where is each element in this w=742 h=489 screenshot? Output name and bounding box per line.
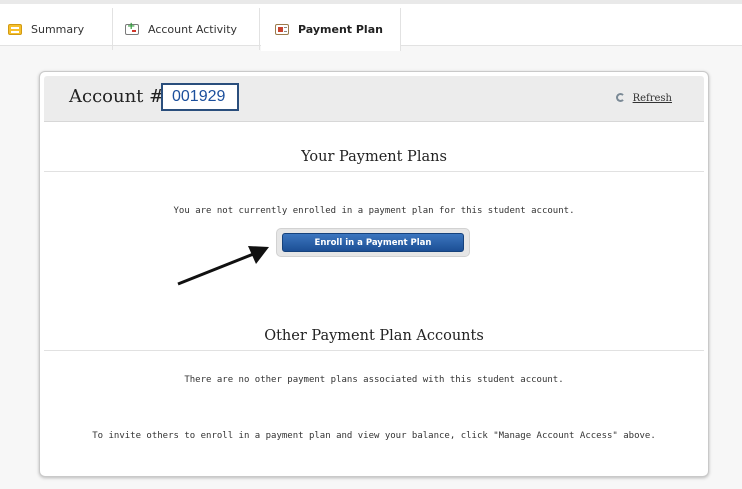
enroll-payment-plan-button[interactable]: Enroll in a Payment Plan	[282, 233, 464, 252]
invite-message: To invite others to enroll in a payment …	[92, 431, 656, 441]
account-header: Account # 001929 Refresh	[44, 76, 704, 122]
account-number: 001929	[161, 83, 239, 111]
tab-account-activity-label: Account Activity	[148, 22, 238, 36]
annotation-arrow-icon	[177, 246, 269, 286]
your-payment-plans-title: Your Payment Plans	[301, 149, 447, 165]
account-label: Account #	[69, 86, 165, 107]
tab-payment-plan[interactable]: Payment Plan	[261, 8, 401, 51]
tab-summary[interactable]: Summary	[8, 8, 84, 50]
no-other-plans-message: There are no other payment plans associa…	[184, 375, 564, 385]
refresh-icon	[615, 92, 628, 105]
enroll-button-frame: Enroll in a Payment Plan	[276, 228, 470, 257]
account-panel: Account # 001929 Refresh Your Payment Pl…	[39, 71, 709, 477]
refresh-label: Refresh	[632, 93, 672, 104]
other-payment-plan-accounts-title: Other Payment Plan Accounts	[264, 328, 484, 344]
divider	[44, 350, 704, 351]
account-activity-icon	[125, 21, 139, 35]
payment-plan-icon	[275, 24, 289, 35]
summary-icon	[8, 23, 22, 35]
tab-payment-plan-label: Payment Plan	[298, 23, 383, 36]
not-enrolled-message: You are not currently enrolled in a paym…	[173, 206, 575, 216]
tab-bar: Summary Account Activity Payment Plan	[0, 0, 742, 51]
divider	[44, 171, 704, 172]
tab-account-activity[interactable]: Account Activity	[112, 8, 260, 50]
tab-summary-label: Summary	[31, 22, 85, 36]
refresh-link[interactable]: Refresh	[615, 92, 672, 105]
